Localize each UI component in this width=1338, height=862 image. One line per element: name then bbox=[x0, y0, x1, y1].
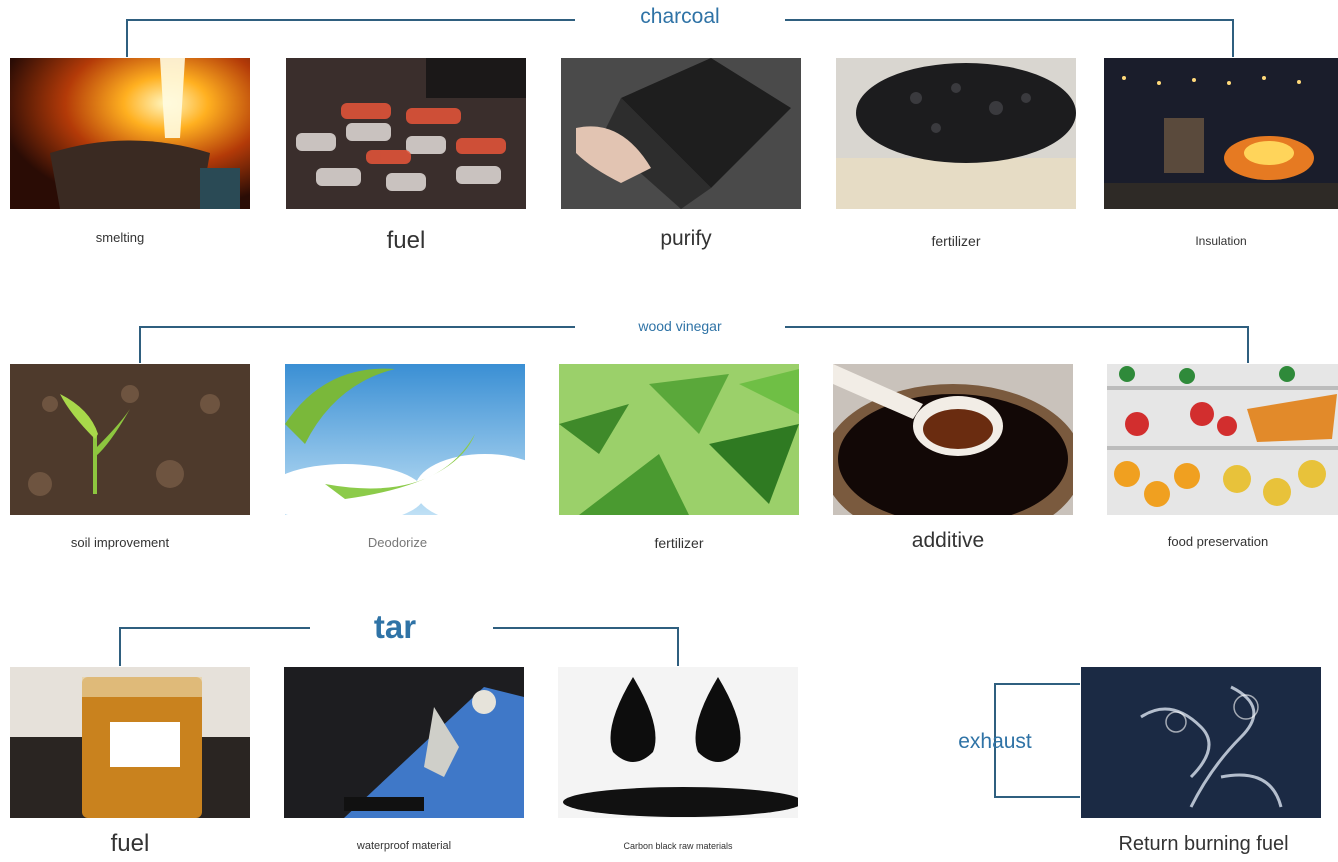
waterproof-material-image bbox=[284, 667, 524, 818]
caption-purify: purify bbox=[660, 227, 712, 250]
wood-vinegar-heading: wood vinegar bbox=[638, 318, 722, 334]
charcoal-connector-left bbox=[126, 19, 575, 57]
tar-heading: tar bbox=[373, 608, 417, 645]
caption-return-burning-fuel: Return burning fuel bbox=[1118, 833, 1289, 855]
exhaust-heading: exhaust bbox=[958, 730, 1032, 753]
caption-additive: additive bbox=[911, 529, 985, 552]
caption-soil-improvement: soil improvement bbox=[70, 535, 170, 550]
caption-tar-fuel: fuel bbox=[110, 830, 150, 857]
charcoal-fertilizer-image bbox=[836, 58, 1076, 209]
tar-connector-left bbox=[119, 627, 310, 666]
wood-vinegar-connector-left bbox=[139, 326, 575, 363]
wood-vinegar-connector-right bbox=[785, 326, 1249, 363]
deodorize-image bbox=[285, 364, 525, 515]
food-preservation-image bbox=[1107, 364, 1338, 515]
tar-connector-right bbox=[493, 627, 679, 666]
wood-vinegar-fertilizer-image bbox=[559, 364, 799, 515]
purify-image bbox=[561, 58, 801, 209]
tar-fuel-image bbox=[10, 667, 250, 818]
exhaust-smoke-image bbox=[1081, 667, 1321, 818]
soil-improvement-image bbox=[10, 364, 250, 515]
caption-carbon-black: Carbon black raw materials bbox=[623, 841, 733, 851]
caption-charcoal-fertilizer: fertilizer bbox=[931, 233, 981, 249]
charcoal-fuel-image bbox=[286, 58, 526, 209]
caption-food-preservation: food preservation bbox=[1167, 534, 1269, 549]
carbon-black-image bbox=[558, 667, 798, 818]
caption-insulation: Insulation bbox=[1195, 234, 1247, 248]
charcoal-connector-right bbox=[785, 19, 1234, 57]
insulation-image bbox=[1104, 58, 1338, 209]
caption-wood-vinegar-fertilizer: fertilizer bbox=[654, 535, 704, 551]
additive-image bbox=[833, 364, 1073, 515]
caption-charcoal-fuel: fuel bbox=[386, 227, 426, 254]
caption-waterproof-material: waterproof material bbox=[356, 840, 452, 852]
smelting-image bbox=[10, 58, 250, 209]
caption-deodorize: Deodorize bbox=[367, 535, 428, 550]
charcoal-heading: charcoal bbox=[640, 5, 720, 28]
caption-smelting: smelting bbox=[95, 230, 145, 245]
